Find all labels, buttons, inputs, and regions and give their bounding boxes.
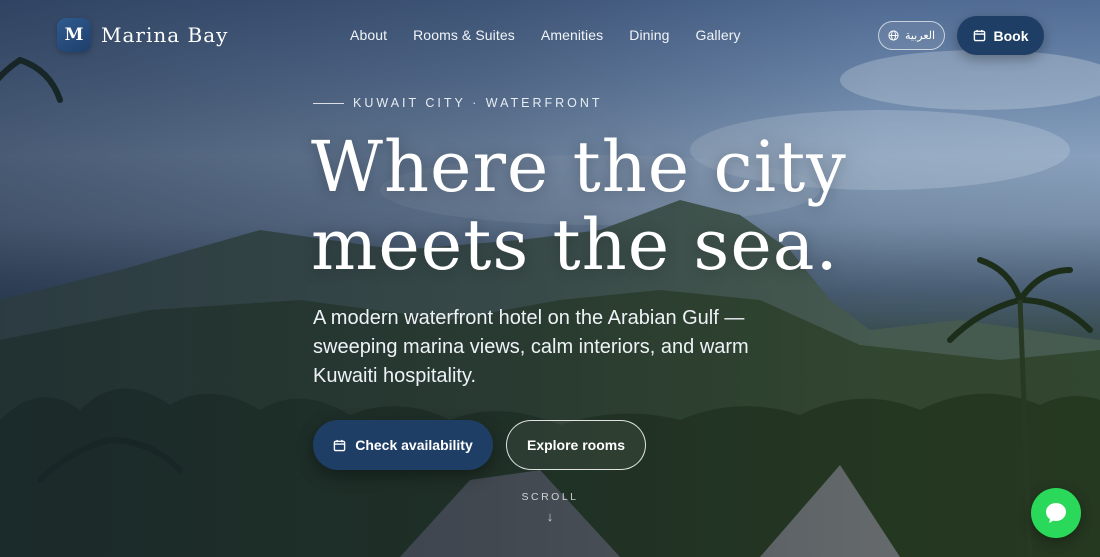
hero-section: M Marina Bay About Rooms & Suites Amenit… <box>0 0 1100 557</box>
language-toggle-button[interactable]: العربية <box>878 21 945 50</box>
nav-item-dining[interactable]: Dining <box>629 27 669 43</box>
hero-headline: Where the city meets the sea. <box>311 128 871 284</box>
brand-name: Marina Bay <box>101 23 229 47</box>
hero-description: A modern waterfront hotel on the Arabian… <box>313 307 749 387</box>
scroll-label: SCROLL <box>521 491 579 503</box>
calendar-icon <box>333 439 346 451</box>
headline-line-1: Where the city <box>311 126 847 208</box>
calendar-icon <box>973 29 985 42</box>
hero-eyebrow: KUWAIT CITY · WATERFRONT <box>313 96 603 110</box>
arrow-down-icon: ↓ <box>546 509 554 524</box>
check-availability-button[interactable]: Check availability <box>313 420 493 470</box>
globe-icon <box>888 30 899 41</box>
book-label: Book <box>993 27 1029 44</box>
main-menu: About Rooms & Suites Amenities Dining Ga… <box>350 27 741 43</box>
scroll-indicator[interactable]: SCROLL ↓ <box>500 491 600 524</box>
headline-line-2: meets the sea. <box>311 204 839 286</box>
top-navigation: M Marina Bay About Rooms & Suites Amenit… <box>0 0 1100 72</box>
chat-button[interactable] <box>1031 488 1081 538</box>
explore-rooms-label: Explore rooms <box>526 437 626 453</box>
book-button[interactable]: Book <box>957 16 1044 55</box>
nav-item-amenities[interactable]: Amenities <box>541 27 603 43</box>
eyebrow-text: KUWAIT CITY · WATERFRONT <box>353 96 603 110</box>
nav-item-about[interactable]: About <box>350 27 387 43</box>
nav-item-gallery[interactable]: Gallery <box>696 27 741 43</box>
language-label: العربية <box>904 30 936 42</box>
brand-logo[interactable]: M Marina Bay <box>57 18 228 52</box>
explore-rooms-button[interactable]: Explore rooms <box>506 420 646 470</box>
nav-item-rooms-suites[interactable]: Rooms & Suites <box>413 27 515 43</box>
brand-monogram: M <box>57 18 91 52</box>
check-availability-label: Check availability <box>355 437 473 453</box>
eyebrow-divider <box>313 102 344 104</box>
chat-bubble-icon <box>1046 503 1066 523</box>
